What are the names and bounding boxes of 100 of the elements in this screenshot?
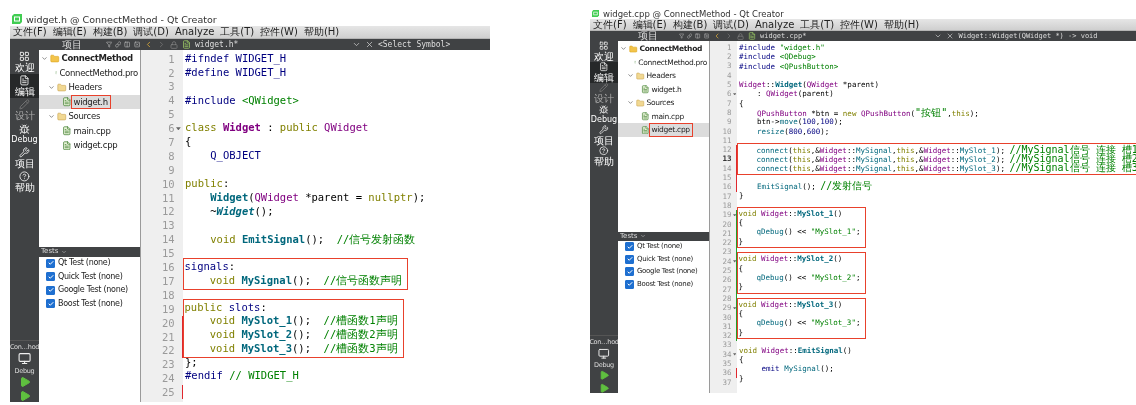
monitor-icon[interactable] (598, 347, 610, 360)
line-number: 9 (168, 164, 175, 176)
tree-item[interactable]: widget.cpp (39, 138, 140, 153)
pencil-icon (19, 99, 30, 110)
line-number: 23 (161, 359, 175, 370)
checkbox[interactable] (625, 254, 634, 264)
run-icon[interactable] (598, 370, 610, 381)
code-line: void MySlot_2(); //槽函数2声明 (208, 328, 398, 343)
line-number: 19 (161, 303, 175, 315)
mode-button[interactable]: 项目 (590, 125, 618, 146)
menu-item[interactable]: 编辑(E) (632, 19, 667, 30)
fold-arrow-icon[interactable] (176, 126, 182, 131)
checkbox[interactable] (625, 242, 634, 252)
code-line: #define WIDGET_H (185, 65, 287, 80)
folder-icon (636, 71, 645, 80)
fold-arrow-icon[interactable] (732, 213, 736, 217)
menu-item[interactable]: 调试(D) (133, 27, 169, 37)
code-line: void EmitSignal(); //信号发射函数 (209, 232, 416, 247)
line-number: 25 (161, 387, 175, 398)
code-line: }; (185, 355, 198, 370)
tree-item-label: ConnectMethod (61, 54, 133, 63)
help-icon (19, 171, 30, 182)
fold-arrow-icon[interactable] (732, 260, 736, 263)
menu-item[interactable]: 调试(D) (713, 19, 749, 30)
tree-item[interactable]: ConnectMethod (39, 51, 140, 66)
code-line: void MySlot_3(); //槽函数3声明 (208, 342, 398, 357)
checkbox[interactable] (46, 299, 55, 309)
run-icon[interactable] (18, 376, 31, 388)
menu-item[interactable]: 文件(F) (13, 27, 47, 37)
close-icon[interactable] (364, 40, 374, 49)
back-icon[interactable] (144, 40, 153, 49)
menu-item[interactable]: 控件(W) (260, 27, 298, 37)
link-icon[interactable] (115, 40, 122, 49)
mode-button[interactable]: 编辑 (10, 74, 39, 98)
menu-item[interactable]: Analyze (174, 27, 215, 37)
line-number: 10 (161, 178, 175, 190)
line-number: 11 (161, 192, 175, 204)
folder-icon (57, 82, 67, 92)
code-line: #endif // WIDGET_H (185, 369, 299, 384)
menu-item[interactable]: 文件(F) (593, 19, 627, 30)
tree-item[interactable]: main.cpp (39, 123, 140, 138)
symbol-selector[interactable]: <Select Symbol> (377, 40, 451, 49)
mode-button[interactable]: 项目 (10, 146, 39, 170)
checkbox[interactable] (46, 258, 55, 268)
menu-item[interactable]: 帮助(H) (883, 19, 920, 30)
checkbox[interactable] (46, 272, 55, 282)
grid-icon (19, 51, 30, 62)
tree-item[interactable]: ConnectMethod.pro (39, 65, 140, 80)
split-icon[interactable] (695, 32, 701, 40)
fold-arrow-icon[interactable] (732, 306, 736, 310)
line-number: 14 (161, 234, 175, 245)
close-panel-icon[interactable] (703, 32, 709, 40)
close-icon[interactable] (946, 32, 955, 40)
pencil-icon (599, 83, 609, 93)
lock-icon[interactable] (170, 40, 178, 49)
mode-button[interactable]: 帮助 (590, 146, 618, 167)
tree-item[interactable]: Sources (39, 109, 140, 124)
checkbox[interactable] (46, 285, 55, 295)
run-icon[interactable] (18, 390, 31, 402)
monitor-icon[interactable] (17, 352, 32, 366)
mode-button[interactable]: 欢迎 (590, 41, 618, 62)
filter-icon[interactable] (105, 40, 113, 49)
wrench-icon (599, 125, 609, 135)
menu-item[interactable]: 编辑(E) (52, 27, 87, 37)
panel-title[interactable]: 项目 (637, 31, 658, 41)
mode-button[interactable]: Debug (10, 122, 39, 146)
mode-button[interactable]: 编辑 (590, 62, 618, 83)
fold-arrow-icon[interactable] (732, 92, 736, 96)
menu-item[interactable]: 工具(T) (220, 27, 255, 37)
menu-item[interactable]: 工具(T) (800, 19, 835, 30)
tree-item-label: ConnectMethod.pro (59, 68, 138, 77)
panel-title[interactable]: 项目 (62, 39, 82, 50)
source-file-icon (641, 125, 650, 134)
menu-item[interactable]: 构建(B) (92, 27, 128, 37)
code-line: signals: (184, 259, 236, 274)
link-icon[interactable] (687, 32, 693, 40)
fold-arrow-icon[interactable] (732, 353, 736, 356)
file-icon (748, 32, 756, 40)
checkbox[interactable] (625, 279, 634, 289)
source-file-icon (62, 97, 72, 107)
back-icon[interactable] (713, 32, 721, 40)
open-file-tab[interactable]: widget.h* (195, 40, 239, 49)
menu-item[interactable]: 控件(W) (840, 19, 878, 30)
folder-icon (636, 98, 645, 107)
tree-item[interactable]: widget.h (39, 94, 140, 109)
menu-item[interactable]: 帮助(H) (303, 27, 340, 37)
menu-item[interactable]: 构建(B) (672, 19, 708, 30)
line-number: 6 (168, 123, 175, 134)
mode-button[interactable]: Debug (590, 104, 618, 125)
close-panel-icon[interactable] (133, 40, 140, 49)
split-icon[interactable] (124, 40, 131, 49)
tree-item[interactable]: Headers (39, 80, 140, 95)
menu-item[interactable]: Analyze (754, 19, 795, 30)
checkbox[interactable] (625, 267, 634, 277)
run-icon[interactable] (598, 382, 610, 393)
source-file-icon (641, 112, 650, 121)
mode-button[interactable]: 帮助 (10, 170, 39, 194)
filter-icon[interactable] (678, 32, 685, 40)
mode-button[interactable]: 欢迎 (10, 50, 39, 74)
line-number: 1 (168, 53, 175, 65)
